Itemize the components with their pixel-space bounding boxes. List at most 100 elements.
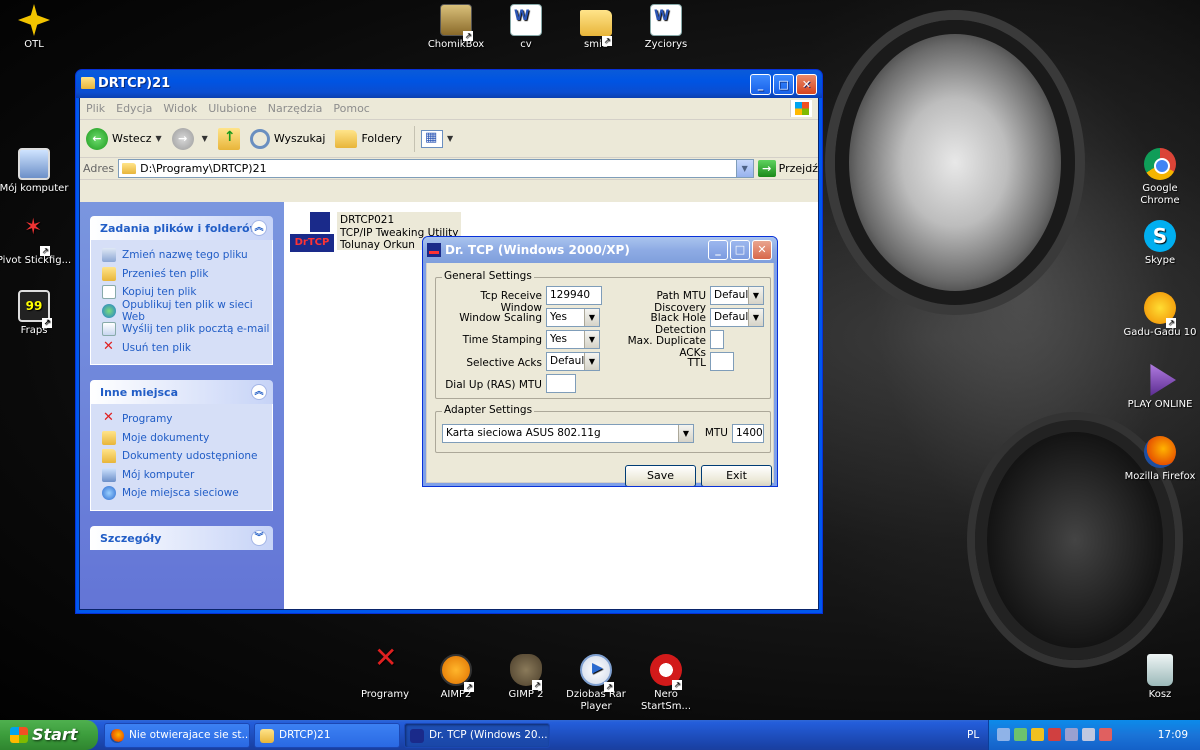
mtu-input[interactable]: 1400 (732, 424, 764, 443)
tray-shield-icon[interactable] (1031, 728, 1044, 741)
dial-up-mtu-input[interactable] (546, 374, 576, 393)
desktop-icon-chomikbox[interactable]: ChomikBox (418, 4, 494, 51)
close-button[interactable]: ✕ (752, 240, 772, 260)
place-my-computer[interactable]: Mój komputer (102, 466, 272, 485)
tray-app-icon[interactable] (1065, 728, 1078, 741)
desktop-icon-gimp[interactable]: GIMP 2 (488, 654, 564, 701)
start-button[interactable]: Start (0, 720, 98, 750)
aimp-icon (440, 654, 474, 692)
desktop-icon-fraps[interactable]: 99Fraps (0, 290, 72, 337)
other-places-header[interactable]: Inne miejsca ︽ (90, 380, 273, 404)
menu-widok[interactable]: Widok (163, 102, 197, 115)
time-stamping-select[interactable]: Yes ▼ (546, 330, 600, 349)
desktop-icon-play-online[interactable]: PLAY ONLINE (1122, 364, 1198, 411)
black-hole-label: Black Hole Detection (650, 312, 706, 336)
file-tasks-header[interactable]: Zadania plików i folderów ︽ (90, 216, 273, 240)
menu-pomoc[interactable]: Pomoc (333, 102, 369, 115)
task-email[interactable]: Wyślij ten plik pocztą e-mail (102, 320, 272, 339)
folders-button[interactable]: Foldery (335, 129, 402, 148)
collapse-icon[interactable]: ︽ (251, 220, 267, 236)
back-button[interactable]: ← Wstecz ▼ (86, 127, 162, 150)
desktop-icon-smie[interactable]: smie (558, 4, 634, 51)
menu-edycja[interactable]: Edycja (116, 102, 152, 115)
place-my-documents[interactable]: Moje dokumenty (102, 429, 272, 448)
desktop-icon-chrome[interactable]: Google Chrome (1122, 148, 1198, 207)
task-publish-web[interactable]: Opublikuj ten plik w sieci Web (102, 299, 272, 323)
tray-volume-icon[interactable] (1082, 728, 1095, 741)
details-header[interactable]: Szczegóły ︾ (90, 525, 273, 550)
my-documents-icon (102, 430, 116, 445)
fraps-icon: 99 (18, 290, 52, 328)
collapse-icon[interactable]: ︽ (251, 384, 267, 400)
menu-plik[interactable]: Plik (86, 102, 105, 115)
adapter-select[interactable]: Karta sieciowa ASUS 802.11g ▼ (442, 424, 694, 443)
forward-button[interactable]: → ▼ (171, 127, 208, 150)
path-mtu-label: Path MTU Discovery (654, 290, 706, 314)
desktop-icon-nero[interactable]: Nero StartSm... (628, 654, 704, 713)
minimize-button[interactable]: _ (750, 74, 771, 95)
task-move[interactable]: Przenieś ten plik (102, 265, 272, 284)
taskbar-item-firefox[interactable]: Nie otwierajace sie st... (104, 723, 250, 748)
selective-acks-label: Selective Acks (466, 357, 542, 369)
ttl-input[interactable] (710, 352, 734, 371)
go-button[interactable]: → Przejdź (757, 160, 818, 177)
tray-security-icon[interactable] (1048, 728, 1061, 741)
desktop-icon-otl[interactable]: OTL (0, 4, 72, 51)
task-delete[interactable]: Usuń ten plik (102, 339, 272, 358)
desktop-icon-firefox[interactable]: Mozilla Firefox (1122, 436, 1198, 483)
clock[interactable]: 17:09 (1158, 729, 1188, 741)
save-button[interactable]: Save (625, 465, 696, 486)
taskbar-item-explorer[interactable]: DRTCP)21 (254, 723, 400, 748)
chevron-down-icon[interactable]: ▼ (735, 160, 753, 177)
chrome-icon (1144, 148, 1176, 180)
tray-antivirus-icon[interactable] (1099, 728, 1112, 741)
place-network[interactable]: Moje miejsca sieciowe (102, 484, 272, 503)
up-folder-button[interactable] (217, 127, 240, 150)
chevron-down-icon: ▼ (584, 309, 599, 326)
desktop-icon-pivot[interactable]: Pivot Stickfig... (0, 220, 72, 267)
language-indicator[interactable]: PL (967, 729, 979, 741)
expand-icon[interactable]: ︾ (251, 529, 267, 546)
minimize-button[interactable]: _ (708, 240, 728, 260)
exit-button[interactable]: Exit (701, 465, 772, 486)
views-button[interactable]: ▼ (421, 129, 453, 148)
max-dup-acks-input[interactable] (710, 330, 724, 349)
desktop-icon-gadu-gadu[interactable]: Gadu-Gadu 10 (1122, 292, 1198, 339)
close-button[interactable]: ✕ (796, 74, 817, 95)
desktop-icon-zyciorys[interactable]: Zyciorys (628, 4, 704, 51)
my-computer-icon (18, 148, 50, 180)
maximize-button[interactable]: □ (773, 74, 794, 95)
maximize-button[interactable]: □ (730, 240, 750, 260)
address-input[interactable]: D:\Programy\DRTCP)21 ▼ (118, 159, 754, 178)
explorer-titlebar[interactable]: DRTCP)21 _ □ ✕ (76, 70, 822, 98)
tcp-receive-window-input[interactable]: 129940 (546, 286, 602, 305)
black-hole-select[interactable]: Default ▼ (710, 308, 764, 327)
menu-narzedzia[interactable]: Narzędzia (268, 102, 323, 115)
desktop-icon-cv[interactable]: cv (488, 4, 564, 51)
mtu-label: MTU (704, 427, 728, 439)
address-label: Adres (83, 162, 115, 175)
desktop-icon-dziobas[interactable]: Dziobas Rar Player (558, 654, 634, 713)
tray-network-icon[interactable] (1014, 728, 1027, 741)
tray-expand-icon[interactable] (997, 728, 1010, 741)
task-rename[interactable]: Zmień nazwę tego pliku (102, 246, 272, 265)
place-programy[interactable]: Programy (102, 410, 272, 429)
selective-acks-select[interactable]: Default ▼ (546, 352, 600, 371)
other-places-panel: Inne miejsca︽ Programy Moje dokumenty Do… (90, 380, 273, 511)
desktop-icon-my-computer[interactable]: Mój komputer (0, 148, 72, 195)
chevron-down-icon: ▼ (748, 309, 763, 326)
taskbar-item-drtcp[interactable]: Dr. TCP (Windows 20... (404, 723, 550, 748)
chevron-down-icon: ▼ (201, 134, 208, 143)
path-mtu-select[interactable]: Default ▼ (710, 286, 764, 305)
firefox-icon (110, 729, 124, 743)
window-scaling-select[interactable]: Yes ▼ (546, 308, 600, 327)
desktop-icon-programy[interactable]: Programy (347, 652, 423, 701)
place-shared-documents[interactable]: Dokumenty udostępnione (102, 447, 272, 466)
desktop-icon-skype[interactable]: S Skype (1122, 220, 1198, 267)
drtcp-titlebar[interactable]: Dr. TCP (Windows 2000/XP) _ □ ✕ (423, 237, 777, 263)
desktop-icon-recycle-bin[interactable]: Kosz (1122, 654, 1198, 701)
chevron-down-icon: ▼ (748, 287, 763, 304)
search-button[interactable]: Wyszukaj (249, 128, 325, 149)
menu-ulubione[interactable]: Ulubione (208, 102, 257, 115)
desktop-icon-aimp[interactable]: AIMP2 (418, 654, 494, 701)
